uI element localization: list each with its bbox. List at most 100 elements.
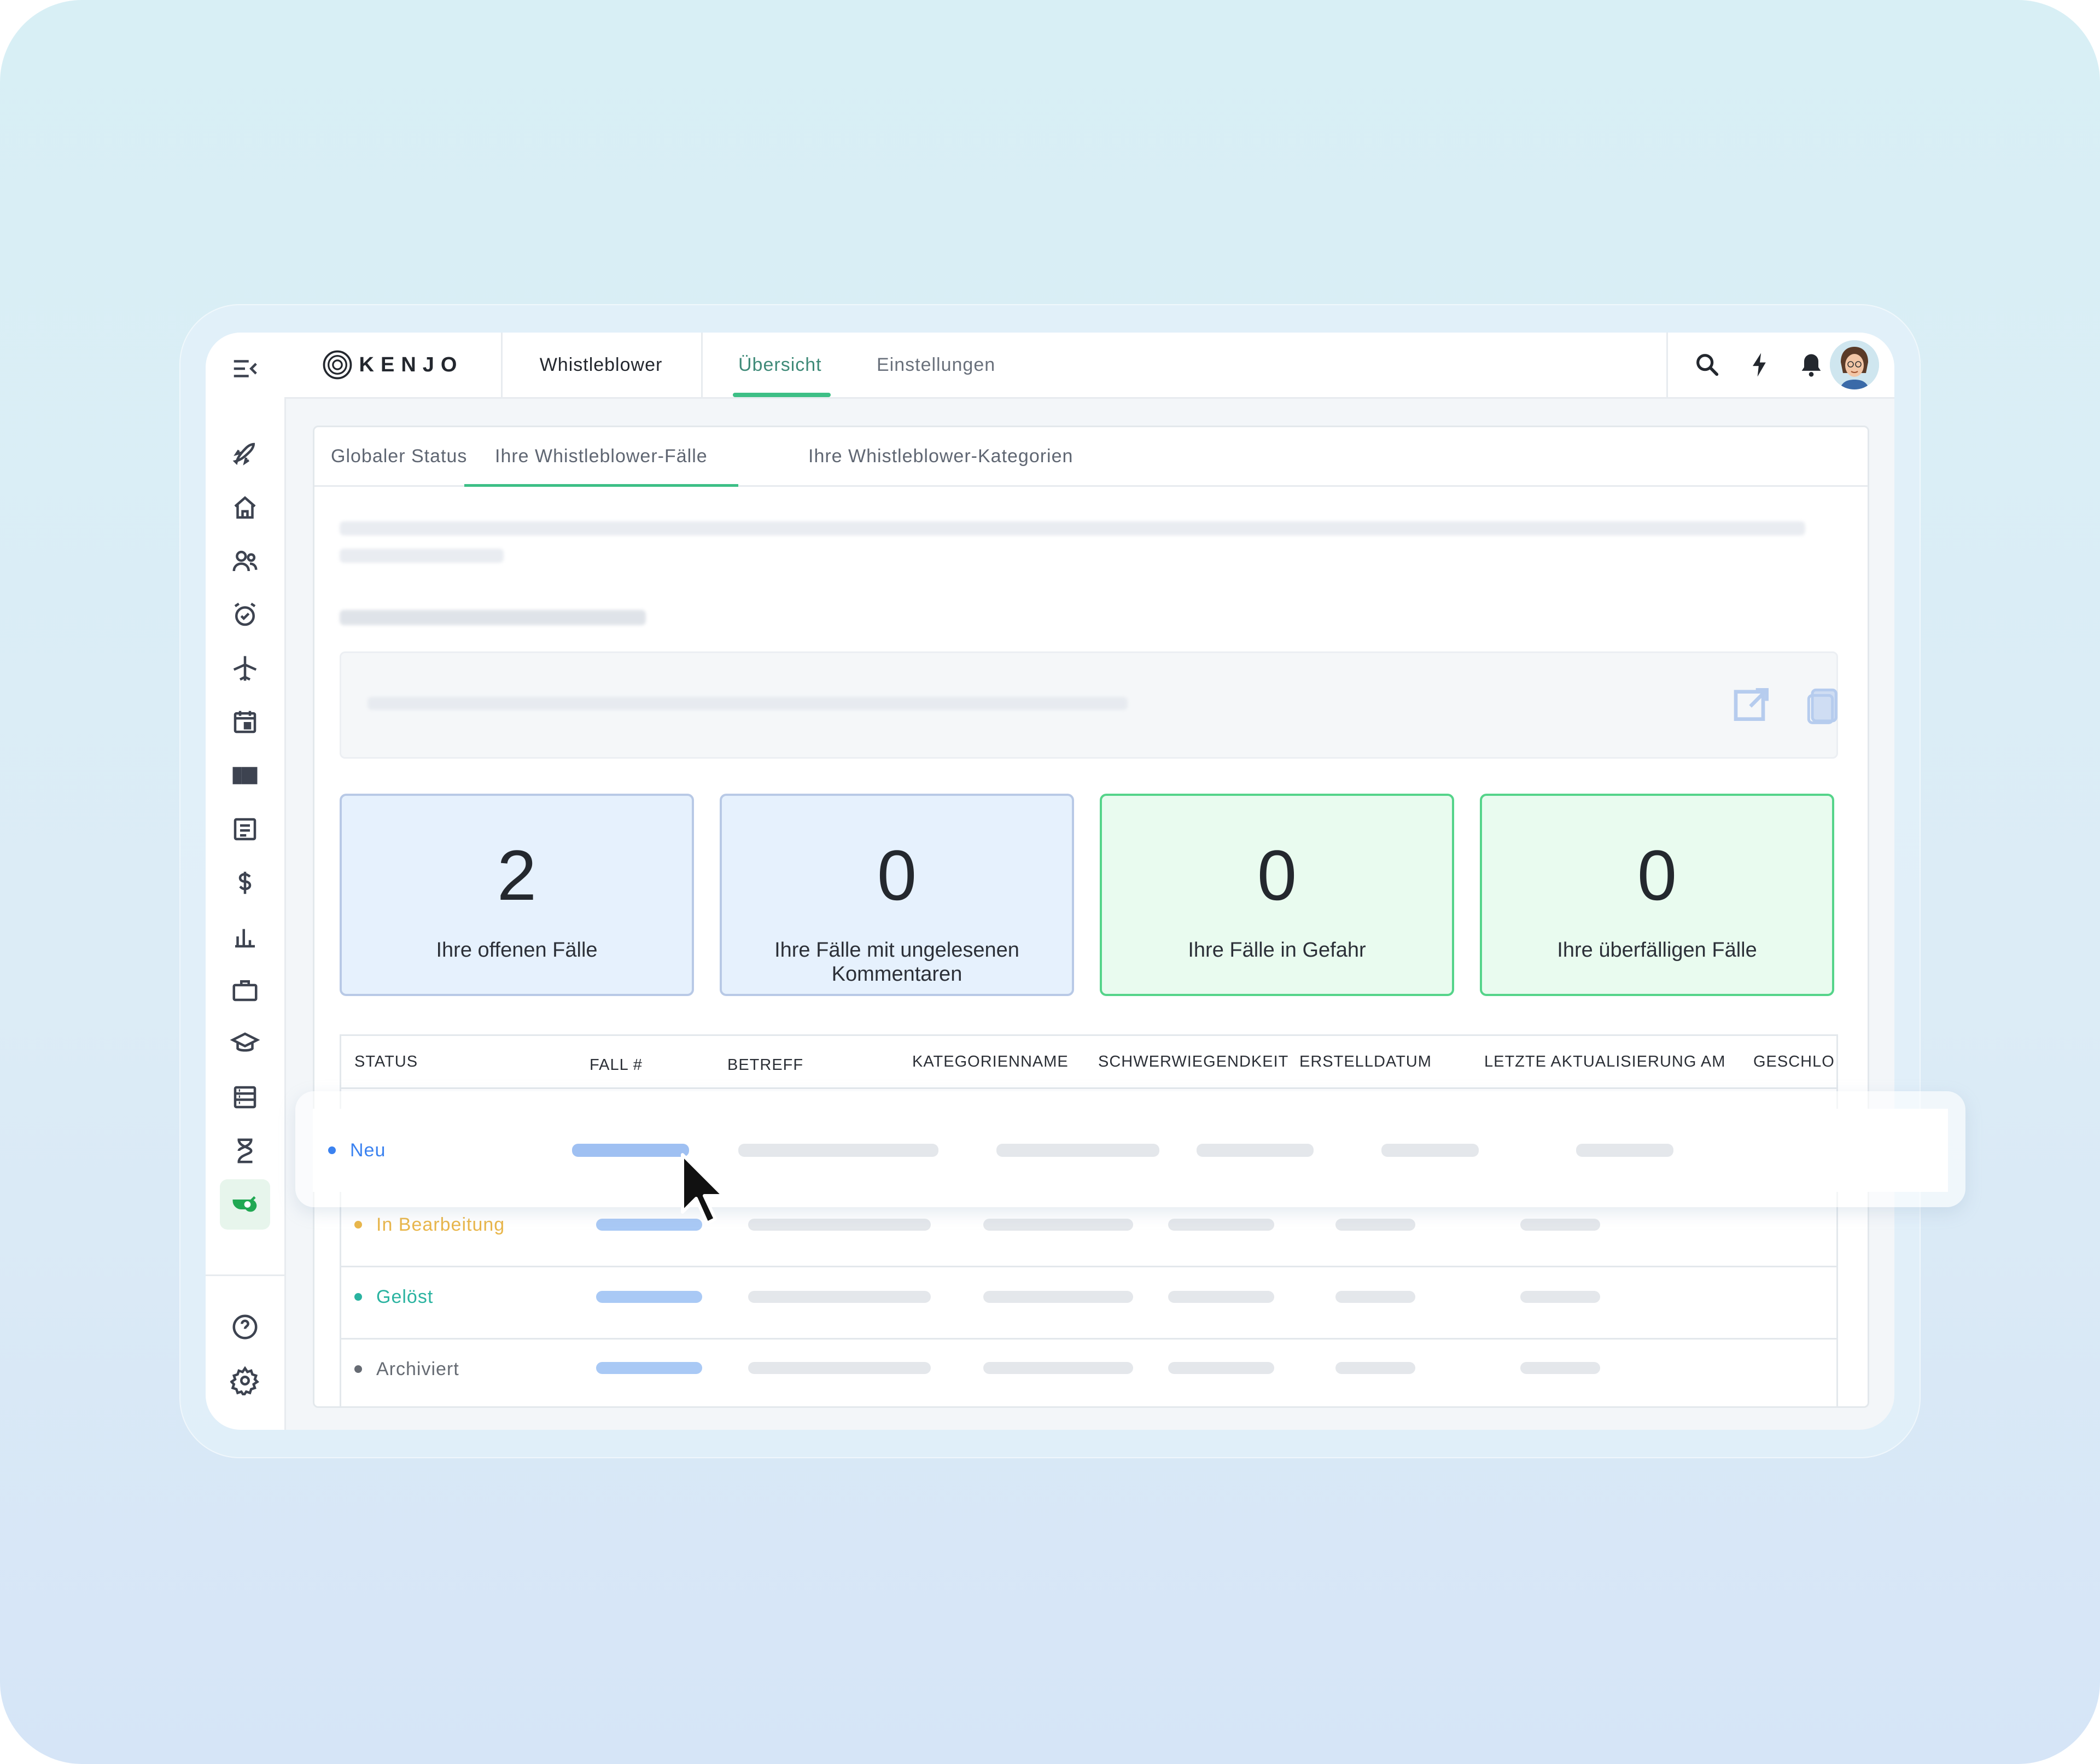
- portal-url-box: [340, 651, 1838, 759]
- row-divider: [341, 1338, 1836, 1340]
- copy-icon[interactable]: [1801, 683, 1845, 726]
- cell-placeholder: [1168, 1291, 1274, 1303]
- cell-placeholder: [738, 1144, 938, 1157]
- rocket-icon[interactable]: [220, 429, 270, 479]
- cell-placeholder: [1520, 1291, 1600, 1303]
- stat-value: 0: [1637, 835, 1677, 915]
- sub-tabs: Globaler Status Ihre Whistleblower-Fälle…: [314, 427, 1868, 487]
- bar-chart-icon[interactable]: [220, 911, 270, 962]
- table-row[interactable]: Gelöst: [354, 1283, 433, 1311]
- alarm-clock-icon[interactable]: [220, 590, 270, 640]
- highlighted-row-body: Neu: [313, 1109, 1948, 1192]
- tab-label: Ihre Whistleblower-Kategorien: [808, 445, 1074, 467]
- document-icon[interactable]: [220, 804, 270, 854]
- cell-placeholder: [996, 1144, 1159, 1157]
- open-external-icon[interactable]: [1730, 683, 1774, 726]
- table-header-divider: [341, 1087, 1836, 1089]
- whistle-icon[interactable]: [220, 1179, 270, 1230]
- table-row[interactable]: Neu: [328, 1135, 386, 1166]
- status-dot: [354, 1221, 362, 1229]
- tab-label: Globaler Status: [331, 445, 468, 467]
- active-tab-indicator: [733, 393, 831, 397]
- column-header-schwerwiegendkeit[interactable]: SCHWERWIEGENDKEIT: [1098, 1036, 1288, 1087]
- tab-label: Übersicht: [738, 354, 822, 375]
- database-icon[interactable]: [220, 1072, 270, 1122]
- column-header-status[interactable]: STATUS: [354, 1036, 418, 1087]
- app-name[interactable]: Whistleblower: [501, 333, 703, 397]
- cell-placeholder: [1576, 1144, 1673, 1157]
- brand-name: KENJO: [359, 353, 464, 376]
- menu-collapse-icon[interactable]: [220, 344, 270, 394]
- people-icon[interactable]: [220, 536, 270, 586]
- cell-placeholder: [1335, 1219, 1415, 1231]
- case-number-placeholder[interactable]: [596, 1291, 702, 1303]
- graduation-cap-icon[interactable]: [220, 1018, 270, 1069]
- search-icon[interactable]: [1690, 347, 1725, 382]
- column-header-letzte-aktualisierung[interactable]: LETZTE AKTUALISIERUNG AM: [1484, 1036, 1725, 1087]
- bell-icon[interactable]: [1794, 347, 1829, 382]
- rail-divider: [206, 1274, 284, 1276]
- stat-value: 0: [877, 835, 917, 915]
- stat-label: Ihre offenen Fälle: [436, 939, 598, 962]
- case-number-placeholder[interactable]: [572, 1144, 689, 1157]
- app-window: KENJO Whistleblower Übersicht Einstellun…: [206, 333, 1894, 1430]
- tab-einstellungen[interactable]: Einstellungen: [877, 333, 995, 397]
- settings-icon[interactable]: [220, 1355, 270, 1406]
- sidebar-rail: [206, 333, 286, 1430]
- column-header-erstelldatum[interactable]: ERSTELLDATUM: [1299, 1036, 1432, 1087]
- active-subtab-indicator: [464, 484, 738, 487]
- status-label: Neu: [350, 1139, 386, 1161]
- stat-cases-at-risk[interactable]: 0 Ihre Fälle in Gefahr: [1100, 794, 1454, 996]
- hourglass-icon[interactable]: [220, 1126, 270, 1176]
- column-header-kategorienname[interactable]: KATEGORIENNAME: [912, 1036, 1069, 1087]
- table-row[interactable]: Archiviert: [354, 1355, 459, 1383]
- cell-placeholder: [748, 1291, 931, 1303]
- top-actions: [1666, 333, 1894, 397]
- calendar-icon[interactable]: [220, 697, 270, 747]
- columns-icon[interactable]: [220, 750, 270, 801]
- cell-placeholder: [1520, 1362, 1600, 1374]
- brand[interactable]: KENJO: [284, 333, 503, 397]
- stat-label: Ihre Fälle in Gefahr: [1188, 939, 1366, 962]
- content-card: Globaler Status Ihre Whistleblower-Fälle…: [313, 426, 1869, 1408]
- cell-placeholder: [983, 1219, 1133, 1231]
- stat-open-cases[interactable]: 2 Ihre offenen Fälle: [340, 794, 694, 996]
- cell-placeholder: [1168, 1362, 1274, 1374]
- tab-globaler-status[interactable]: Globaler Status: [331, 427, 467, 485]
- dollar-icon[interactable]: [220, 858, 270, 908]
- bolt-icon[interactable]: [1742, 347, 1777, 382]
- stat-overdue-cases[interactable]: 0 Ihre überfälligen Fälle: [1480, 794, 1834, 996]
- column-header-betreff[interactable]: BETREFF: [727, 1039, 803, 1091]
- status-dot: [354, 1293, 362, 1301]
- cell-placeholder: [983, 1362, 1133, 1374]
- tab-uebersicht[interactable]: Übersicht: [733, 333, 831, 397]
- stat-unread-comments[interactable]: 0 Ihre Fälle mit ungelesenen Kommentaren: [720, 794, 1074, 996]
- blurred-description-line: [340, 521, 1805, 535]
- briefcase-icon[interactable]: [220, 965, 270, 1015]
- home-icon[interactable]: [220, 482, 270, 533]
- tab-label: Einstellungen: [877, 354, 996, 375]
- blurred-description-line: [340, 549, 504, 563]
- status-dot: [328, 1146, 336, 1154]
- column-header-fall[interactable]: FALL #: [590, 1039, 643, 1091]
- highlighted-row-neu[interactable]: Neu: [295, 1091, 1965, 1207]
- mouse-cursor-icon: [681, 1153, 725, 1225]
- cell-placeholder: [1381, 1144, 1479, 1157]
- stat-label: Ihre Fälle mit ungelesenen Kommentaren: [774, 939, 1019, 986]
- airplane-icon[interactable]: [220, 643, 270, 694]
- cell-placeholder: [748, 1219, 931, 1231]
- kenjo-logo-icon: [323, 350, 352, 380]
- help-icon[interactable]: [220, 1302, 270, 1352]
- cell-placeholder: [1197, 1144, 1314, 1157]
- tab-ihre-whistleblower-faelle[interactable]: Ihre Whistleblower-Fälle: [464, 427, 738, 487]
- cell-placeholder: [1520, 1219, 1600, 1231]
- user-avatar[interactable]: [1830, 340, 1879, 389]
- row-divider: [341, 1266, 1836, 1267]
- table-row[interactable]: In Bearbeitung: [354, 1211, 505, 1238]
- stat-label: Ihre überfälligen Fälle: [1557, 939, 1757, 962]
- column-header-geschlossen[interactable]: GESCHLO: [1753, 1036, 1835, 1087]
- case-number-placeholder[interactable]: [596, 1362, 702, 1374]
- tab-ihre-whistleblower-kategorien[interactable]: Ihre Whistleblower-Kategorien: [808, 427, 1073, 485]
- status-dot: [354, 1365, 362, 1373]
- status-label: Gelöst: [376, 1286, 434, 1307]
